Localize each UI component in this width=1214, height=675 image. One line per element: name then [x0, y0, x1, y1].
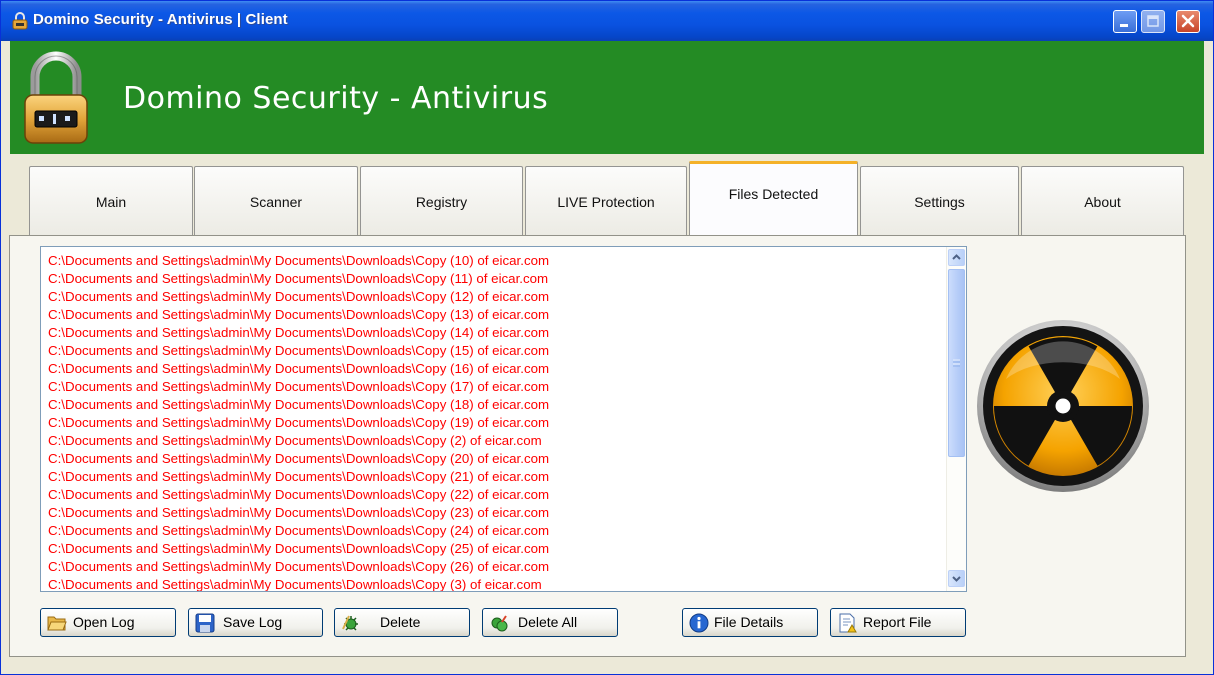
delete-virus-icon: [342, 615, 358, 631]
list-item[interactable]: C:\Documents and Settings\admin\My Docum…: [48, 288, 549, 306]
list-item[interactable]: C:\Documents and Settings\admin\My Docum…: [48, 468, 549, 486]
app-title: Domino Security - Antivirus: [123, 81, 549, 116]
maximize-icon: [1147, 15, 1159, 27]
tab-registry[interactable]: Registry: [360, 166, 523, 236]
list-item[interactable]: C:\Documents and Settings\admin\My Docum…: [48, 504, 549, 522]
minimize-icon: [1120, 24, 1128, 27]
maximize-button[interactable]: [1141, 10, 1165, 33]
scroll-up-button[interactable]: [948, 249, 965, 266]
tab-main[interactable]: Main: [29, 166, 193, 236]
list-item[interactable]: C:\Documents and Settings\admin\My Docum…: [48, 558, 549, 576]
radiation-hazard-icon: [977, 320, 1149, 492]
minimize-button[interactable]: [1113, 10, 1137, 33]
button-label: Delete All: [518, 614, 578, 630]
list-item[interactable]: C:\Documents and Settings\admin\My Docum…: [48, 522, 549, 540]
list-item[interactable]: C:\Documents and Settings\admin\My Docum…: [48, 306, 549, 324]
tab-label: Main: [95, 193, 127, 210]
delete-all-button[interactable]: Delete All: [482, 608, 618, 637]
list-item[interactable]: C:\Documents and Settings\admin\My Docum…: [48, 486, 549, 504]
list-item[interactable]: C:\Documents and Settings\admin\My Docum…: [48, 414, 549, 432]
button-label: File Details: [714, 614, 784, 630]
tab-label: Files Detected: [728, 186, 819, 202]
padlock-icon: [24, 51, 88, 144]
list-item[interactable]: C:\Documents and Settings\admin\My Docum…: [48, 396, 549, 414]
tab-scanner[interactable]: Scanner: [194, 166, 358, 236]
tab-label: LIVE Protection: [557, 193, 655, 210]
list-item[interactable]: C:\Documents and Settings\admin\My Docum…: [48, 360, 549, 378]
save-log-button[interactable]: Save Log: [188, 608, 323, 637]
list-item[interactable]: C:\Documents and Settings\admin\My Docum…: [48, 378, 549, 396]
folder-open-icon: [47, 616, 67, 631]
list-item[interactable]: C:\Documents and Settings\admin\My Docum…: [48, 270, 549, 288]
button-label: Report File: [863, 614, 932, 630]
list-item[interactable]: C:\Documents and Settings\admin\My Docum…: [48, 450, 549, 468]
header-banner: Domino Security - Antivirus: [10, 41, 1204, 154]
open-log-button[interactable]: Open Log: [40, 608, 176, 637]
button-label: Open Log: [73, 614, 135, 630]
report-document-icon: [839, 613, 857, 633]
window-title: Domino Security - Antivirus | Client: [33, 11, 288, 28]
delete-button[interactable]: Delete: [334, 608, 470, 637]
scrollbar-thumb[interactable]: [948, 269, 965, 457]
tab-about[interactable]: About: [1021, 166, 1184, 236]
tab-files-detected[interactable]: Files Detected: [689, 161, 858, 237]
scroll-down-button[interactable]: [948, 570, 965, 587]
grip-icon: [953, 359, 960, 367]
tab-label: Scanner: [249, 193, 303, 210]
report-file-button[interactable]: Report File: [830, 608, 966, 637]
padlock-icon: [12, 12, 28, 30]
info-icon: [689, 613, 709, 633]
vertical-scrollbar[interactable]: [946, 247, 966, 591]
tab-label: Settings: [914, 193, 965, 210]
list-item[interactable]: C:\Documents and Settings\admin\My Docum…: [48, 576, 549, 591]
title-bar[interactable]: Domino Security - Antivirus | Client: [1, 1, 1213, 41]
detected-files-list[interactable]: C:\Documents and Settings\admin\My Docum…: [40, 246, 967, 592]
list-item[interactable]: C:\Documents and Settings\admin\My Docum…: [48, 432, 549, 450]
tab-label: Registry: [415, 193, 468, 210]
button-label: Save Log: [223, 614, 283, 630]
close-icon: [1181, 14, 1195, 28]
chevron-down-icon: [952, 576, 961, 582]
close-button[interactable]: [1176, 10, 1200, 33]
file-details-button[interactable]: File Details: [682, 608, 818, 637]
tab-settings[interactable]: Settings: [860, 166, 1019, 236]
delete-all-icon: [491, 615, 508, 632]
tab-label: About: [1084, 193, 1121, 210]
app-window: Domino Security - Antivirus | Client Dom…: [0, 0, 1214, 675]
list-item[interactable]: C:\Documents and Settings\admin\My Docum…: [48, 252, 549, 270]
chevron-up-icon: [952, 254, 961, 260]
floppy-disk-icon: [195, 613, 215, 633]
list-item[interactable]: C:\Documents and Settings\admin\My Docum…: [48, 342, 549, 360]
button-label: Delete: [380, 614, 421, 630]
list-item[interactable]: C:\Documents and Settings\admin\My Docum…: [48, 324, 549, 342]
tab-live-protection[interactable]: LIVE Protection: [525, 166, 687, 236]
list-item[interactable]: C:\Documents and Settings\admin\My Docum…: [48, 540, 549, 558]
